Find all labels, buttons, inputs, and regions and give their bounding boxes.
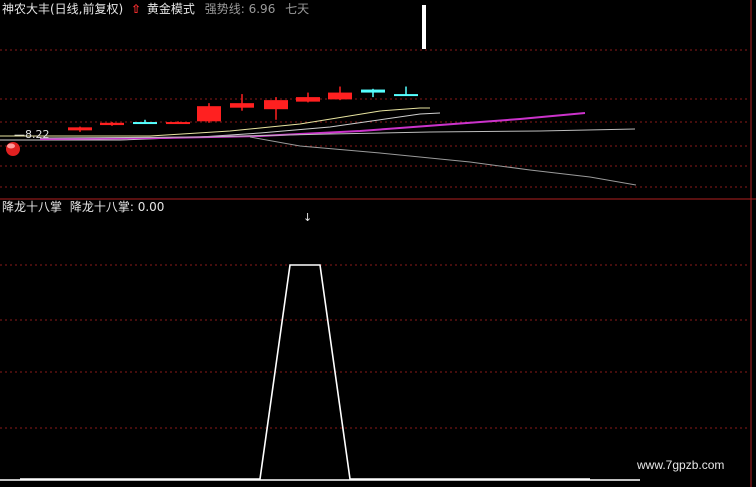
- bottom-grid: [0, 264, 748, 429]
- top-title-row: 神农大丰(日线,前复权) ⇧ 黄金模式 强势线: 6.96 七天: [2, 2, 309, 16]
- ma-line-magenta: [39, 112, 586, 140]
- ma-line-gray: [39, 128, 636, 139]
- indicator-label: 强势线: 6.96: [204, 2, 276, 16]
- bottom-value-label: 降龙十八掌: 0.00: [69, 200, 165, 214]
- formula-name: 黄金模式: [146, 2, 195, 16]
- indicator-extra: 七天: [285, 2, 310, 16]
- bottom-title-row: 降龙十八掌 降龙十八掌: 0.00: [2, 200, 164, 214]
- price-tag-label: —8.22: [14, 128, 50, 142]
- stock-title: 神农大丰(日线,前复权): [2, 2, 124, 16]
- candle-body: [264, 100, 288, 110]
- up-arrow-icon: ⇧: [131, 2, 142, 16]
- candle-body: [230, 103, 254, 108]
- ma-line-descending: [249, 136, 637, 186]
- price-tag-dash: —: [14, 128, 25, 141]
- candle-body: [100, 122, 124, 126]
- top-grid: [0, 49, 748, 188]
- candle-body: [166, 122, 190, 125]
- bottom-title: 降龙十八掌: [2, 200, 63, 214]
- cursor-bar: [422, 5, 426, 49]
- candle-body: [133, 122, 157, 125]
- candle-body: [197, 106, 221, 122]
- price-tag-value: 8.22: [25, 128, 50, 141]
- price-tag-ball-highlight: [7, 143, 15, 149]
- candlesticks: [68, 86, 418, 132]
- top-marker-arrow: ↓: [303, 211, 313, 224]
- candle-body: [394, 94, 418, 97]
- watermark: www.7gpzb.com: [637, 458, 725, 472]
- candle-body: [361, 89, 385, 93]
- candle-body: [296, 97, 320, 102]
- chart-stage: [0, 0, 756, 487]
- candle-body: [328, 92, 352, 100]
- candle-body: [68, 127, 92, 131]
